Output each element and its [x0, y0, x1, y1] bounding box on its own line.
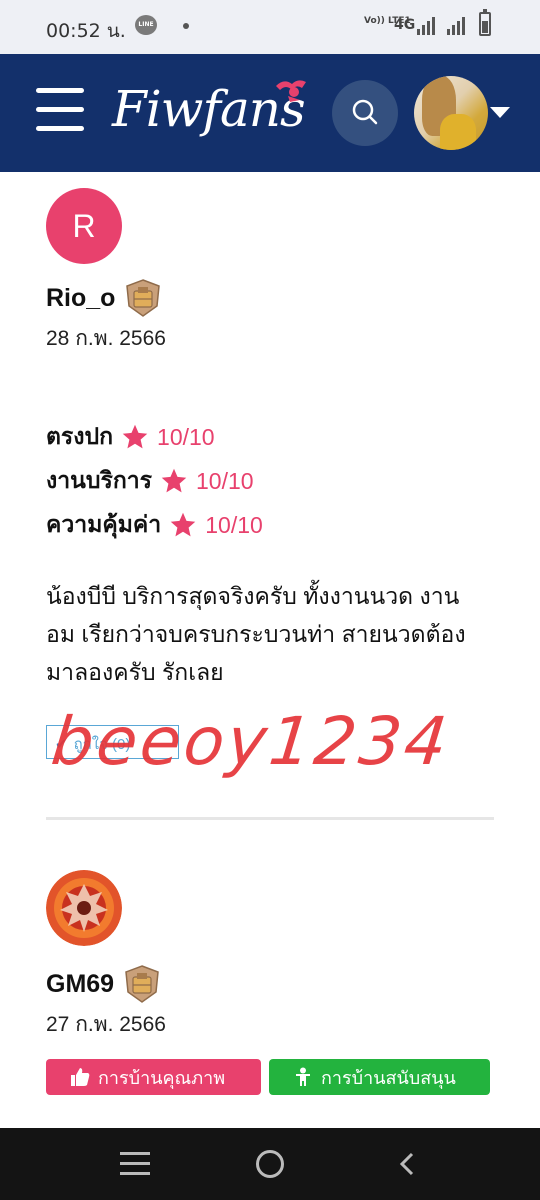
handwritten-watermark: beeoy1234: [47, 703, 454, 780]
back-icon[interactable]: [398, 1152, 414, 1176]
status-time: 00:52 น.: [46, 20, 126, 42]
tag-quality[interactable]: การบ้านคุณภาพ: [46, 1059, 261, 1095]
reviewer-name[interactable]: GM69: [46, 970, 114, 999]
battery-icon: [479, 9, 491, 36]
review-text: น้องบีบี บริการสุดจริงครับ ทั้งงานนวด งา…: [46, 583, 466, 685]
rating-value: 10/10: [196, 467, 254, 494]
tag-list: การบ้านคุณภาพ การบ้านสนับสนุน: [46, 1059, 496, 1095]
rating-value: 10/10: [157, 423, 215, 450]
system-nav-bar: [0, 1128, 540, 1200]
ratings-list: ตรงปก 10/10 งานบริการ 10/10 ความคุ้มค่า …: [46, 415, 496, 547]
chevron-down-icon[interactable]: [490, 107, 510, 118]
rating-label: ความคุ้มค่า: [46, 511, 162, 537]
rating-row: ตรงปก 10/10: [46, 415, 496, 459]
home-icon[interactable]: [256, 1150, 284, 1178]
star-icon: [170, 512, 196, 537]
rating-row: ความคุ้มค่า 10/10: [46, 503, 496, 547]
thumbs-up-icon: [71, 1068, 90, 1086]
rank-badge-icon: [125, 965, 159, 1003]
site-logo[interactable]: Fiwfans: [112, 76, 322, 146]
rating-label: งานบริการ: [46, 467, 153, 493]
top-navbar: Fiwfans: [0, 54, 540, 172]
reviewer-avatar[interactable]: [46, 870, 122, 946]
reviewer-avatar[interactable]: R: [46, 188, 122, 264]
review-card: R Rio_o 28 ก.พ. 2566 ตรงปก 10/10 งานบริก…: [46, 188, 496, 759]
notification-dot-icon: [183, 23, 189, 29]
review-date: 27 ก.พ. 2566: [46, 1013, 166, 1036]
signal-strength-2-icon: [447, 17, 467, 35]
review-card: GM69 27 ก.พ. 2566 การบ้านคุณภาพ การบ้านส…: [46, 870, 496, 1095]
line-app-icon: LINE: [135, 15, 157, 35]
signal-strength-icon: [417, 17, 437, 35]
search-icon: [352, 99, 378, 125]
rank-badge-icon: [126, 279, 161, 317]
menu-icon[interactable]: [36, 88, 84, 132]
recent-apps-icon[interactable]: [120, 1152, 150, 1176]
tag-label: การบ้านคุณภาพ: [98, 1067, 226, 1088]
rating-label: ตรงปก: [46, 423, 114, 449]
review-divider: [46, 817, 494, 820]
reviewer-name[interactable]: Rio_o: [46, 284, 115, 313]
tag-support[interactable]: การบ้านสนับสนุน: [269, 1059, 490, 1095]
rating-row: งานบริการ 10/10: [46, 459, 496, 503]
rating-value: 10/10: [205, 511, 263, 538]
person-icon: [296, 1067, 310, 1086]
review-date: 28 ก.พ. 2566: [46, 327, 166, 350]
star-icon: [161, 468, 187, 493]
network-type: 4G: [394, 17, 416, 33]
search-button[interactable]: [332, 80, 398, 146]
star-icon: [122, 424, 148, 449]
user-avatar[interactable]: [414, 76, 488, 150]
cupid-icon: [276, 80, 306, 102]
status-bar: 00:52 น. LINE Vo)) LTE1 4G: [0, 0, 540, 54]
tag-label: การบ้านสนับสนุน: [321, 1067, 456, 1088]
